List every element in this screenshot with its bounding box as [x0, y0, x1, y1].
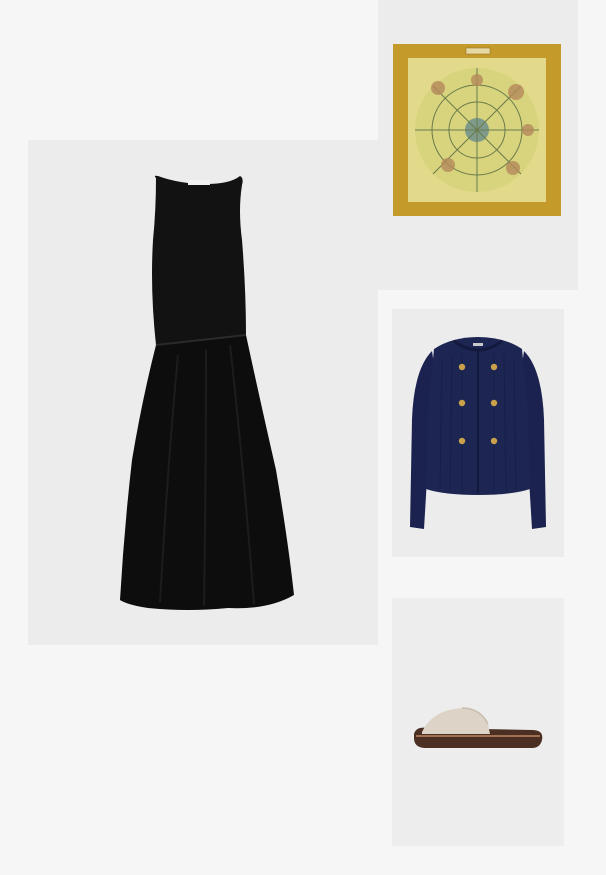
cardigan-image: [410, 337, 546, 529]
dress-image: [120, 175, 294, 610]
sandal-product-tile[interactable]: [392, 598, 564, 846]
sandal-image: [414, 707, 543, 748]
dress-product-tile[interactable]: [28, 140, 378, 645]
dress-label-tag: [188, 180, 210, 185]
cardigan-product-tile[interactable]: [392, 309, 564, 557]
scarf-product-tile[interactable]: [378, 0, 578, 290]
scarf-image: [393, 44, 561, 216]
